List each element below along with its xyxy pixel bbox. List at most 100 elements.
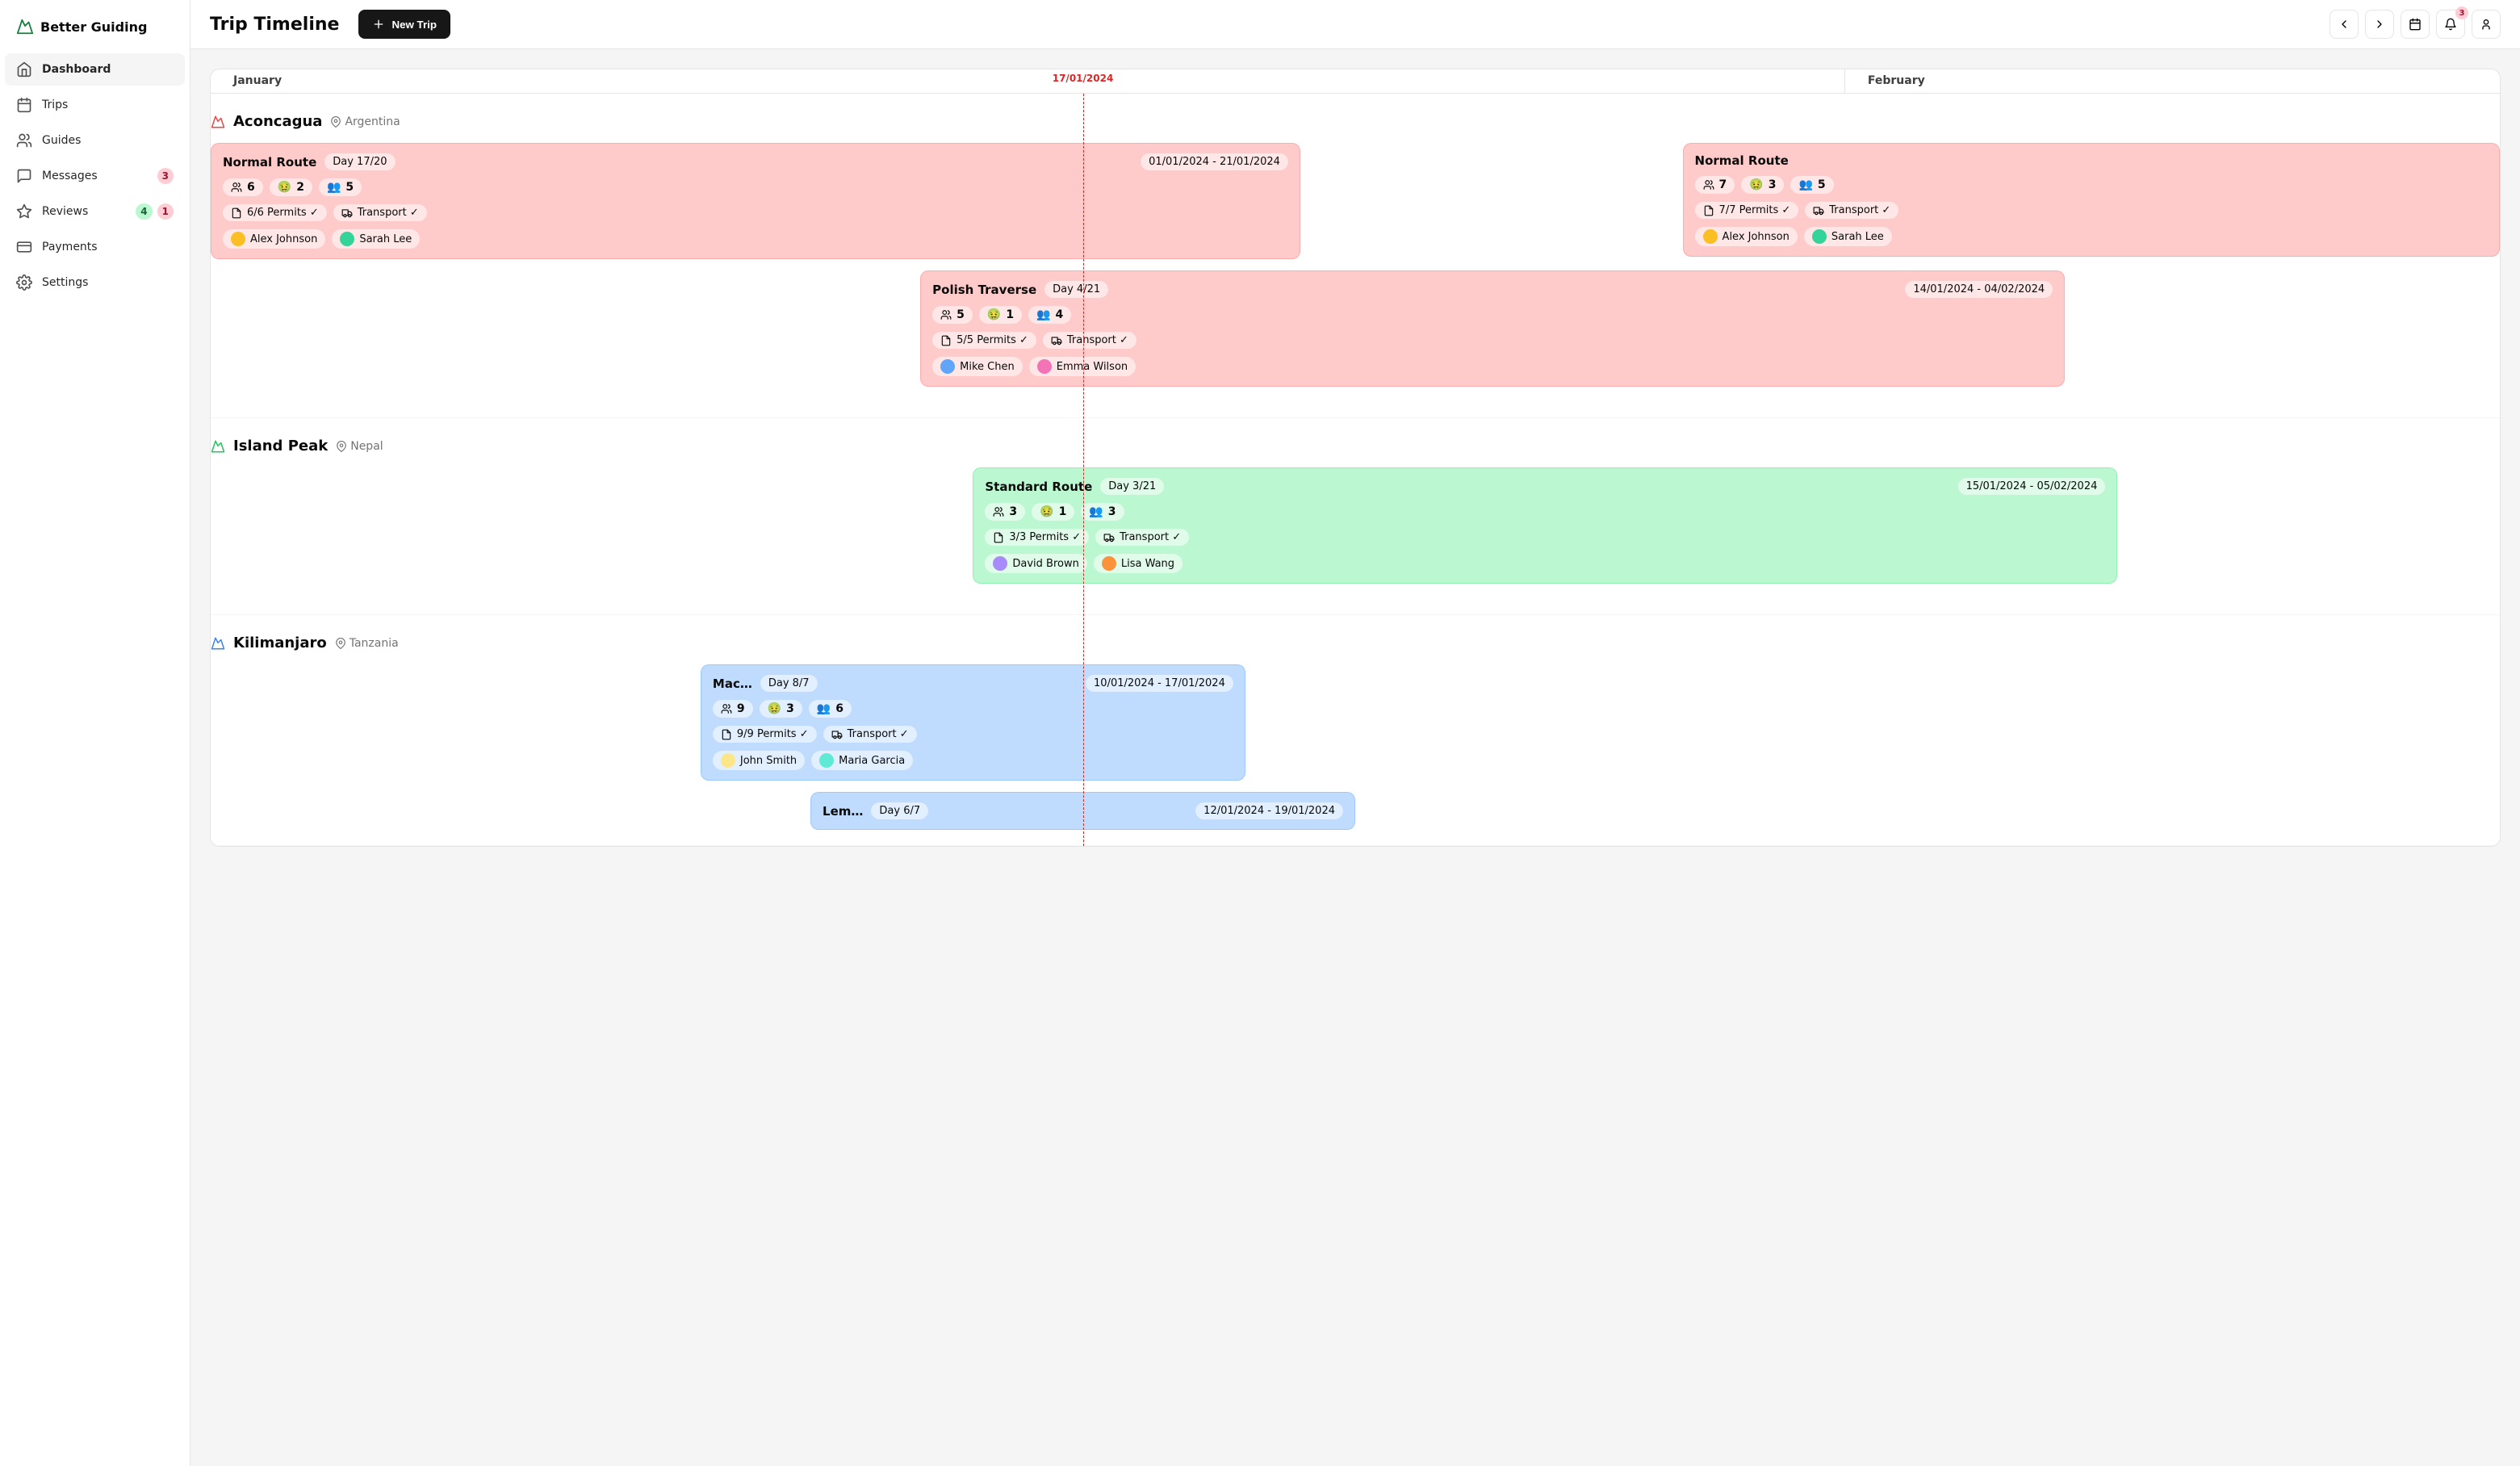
- guide-chip[interactable]: Mike Chen: [932, 357, 1023, 376]
- guide-chip[interactable]: John Smith: [713, 751, 805, 770]
- home-icon: [16, 61, 32, 77]
- users-icon: [231, 182, 242, 193]
- users-icon: [940, 309, 952, 320]
- truck-icon: [1051, 335, 1062, 346]
- stat-sick: 🤢 1: [1032, 503, 1074, 521]
- nav-dashboard[interactable]: Dashboard: [5, 53, 185, 86]
- trip-top-row: Normal Route Day 17/20 01/01/2024 - 21/0…: [223, 153, 1288, 170]
- avatar: [340, 232, 354, 246]
- trip-name: Lem…: [823, 804, 863, 819]
- peak-country: Tanzania: [335, 637, 399, 650]
- next-button[interactable]: [2365, 10, 2394, 39]
- day-pill: Day 17/20: [324, 153, 395, 170]
- nav-label: Trips: [42, 98, 174, 111]
- guide-name: Sarah Lee: [1831, 231, 1884, 243]
- dates-pill: 15/01/2024 - 05/02/2024: [1958, 478, 2106, 495]
- transport-chip: Transport ✓: [1805, 202, 1898, 219]
- guide-chip[interactable]: Maria Garcia: [811, 751, 913, 770]
- brand[interactable]: Better Guiding: [0, 3, 190, 53]
- message-icon: [16, 168, 32, 184]
- permits-chip: 7/7 Permits ✓: [1695, 202, 1799, 219]
- guide-name: Emma Wilson: [1057, 361, 1128, 373]
- day-pill: Day 8/7: [760, 675, 818, 692]
- mountain-icon: [211, 439, 225, 454]
- peak-head: Aconcagua Argentina: [211, 113, 2500, 143]
- guide-chip[interactable]: David Brown: [985, 554, 1086, 573]
- trip-card[interactable]: Normal Route 7 🤢 3 👥 5 7/7 Permits ✓ Tra…: [1683, 143, 2500, 257]
- avatar: [1037, 359, 1052, 374]
- timeline-lanes: Aconcagua Argentina Normal Route Day 17/…: [211, 94, 2500, 846]
- permits-chip: 9/9 Permits ✓: [713, 726, 817, 743]
- guide-name: Alex Johnson: [1723, 231, 1790, 243]
- guide-name: David Brown: [1012, 558, 1078, 570]
- today-label: 17/01/2024: [1053, 73, 1114, 84]
- nav-label: Dashboard: [42, 63, 174, 76]
- transport-chip: Transport ✓: [1095, 529, 1189, 546]
- file-icon: [993, 532, 1004, 543]
- guide-chip[interactable]: Lisa Wang: [1094, 554, 1183, 573]
- topbar: Trip Timeline New Trip 3: [190, 0, 2520, 49]
- nav-trips[interactable]: Trips: [5, 89, 185, 121]
- trip-name: Normal Route: [223, 155, 316, 170]
- nav-guides[interactable]: Guides: [5, 124, 185, 157]
- chevron-left-icon: [2338, 18, 2350, 31]
- peak-section: Aconcagua Argentina Normal Route Day 17/…: [211, 94, 2500, 418]
- trip-card[interactable]: Normal Route Day 17/20 01/01/2024 - 21/0…: [211, 143, 1300, 259]
- trip-card[interactable]: Standard Route Day 3/21 15/01/2024 - 05/…: [973, 467, 2117, 584]
- truck-icon: [1813, 205, 1824, 216]
- trip-guides-row: Alex Johnson Sarah Lee: [1695, 227, 2488, 246]
- bell-icon: [2444, 18, 2457, 31]
- avatar: [993, 556, 1007, 571]
- nav-label: Payments: [42, 241, 174, 253]
- trip-top-row: Mac… Day 8/7 10/01/2024 - 17/01/2024: [713, 675, 1233, 692]
- trip-stats-row: 9 🤢 3 👥 6: [713, 700, 1233, 718]
- dates-pill: 10/01/2024 - 17/01/2024: [1086, 675, 1233, 692]
- trip-card[interactable]: Polish Traverse Day 4/21 14/01/2024 - 04…: [920, 270, 2065, 387]
- nav-messages[interactable]: Messages 3: [5, 160, 185, 192]
- guide-name: Mike Chen: [960, 361, 1015, 373]
- peak-name: Island Peak: [233, 438, 328, 454]
- trip-guides-row: Mike Chen Emma Wilson: [932, 357, 2053, 376]
- avatar: [1102, 556, 1116, 571]
- notifications-count: 3: [2455, 6, 2468, 19]
- trip-logistics-row: 6/6 Permits ✓ Transport ✓: [223, 204, 1288, 221]
- peak-name: Kilimanjaro: [233, 635, 327, 651]
- prev-button[interactable]: [2330, 10, 2359, 39]
- guide-chip[interactable]: Alex Johnson: [223, 229, 325, 249]
- transport-chip: Transport ✓: [1043, 332, 1137, 349]
- nav-label: Guides: [42, 134, 174, 147]
- nav-payments[interactable]: Payments: [5, 231, 185, 263]
- peak-section: Kilimanjaro Tanzania Mac… Day 8/7 10/01/…: [211, 615, 2500, 846]
- nav-label: Messages: [42, 170, 148, 182]
- mountain-icon: [211, 636, 225, 651]
- trip-card[interactable]: Mac… Day 8/7 10/01/2024 - 17/01/2024 9 🤢…: [701, 664, 1245, 781]
- trip-stats-row: 5 🤢 1 👥 4: [932, 306, 2053, 324]
- users-icon: [993, 506, 1004, 517]
- guide-chip[interactable]: Alex Johnson: [1695, 227, 1798, 246]
- lane: Mac… Day 8/7 10/01/2024 - 17/01/2024 9 🤢…: [211, 664, 2500, 782]
- lane: Lem… Day 6/7 12/01/2024 - 19/01/2024: [211, 792, 2500, 816]
- stat-sick: 🤢 1: [979, 306, 1022, 324]
- profile-button[interactable]: [2472, 10, 2501, 39]
- lane: Normal Route Day 17/20 01/01/2024 - 21/0…: [211, 143, 2500, 261]
- gear-icon: [16, 274, 32, 291]
- trip-logistics-row: 9/9 Permits ✓ Transport ✓: [713, 726, 1233, 743]
- lane: Polish Traverse Day 4/21 14/01/2024 - 04…: [211, 270, 2500, 388]
- guide-chip[interactable]: Sarah Lee: [1804, 227, 1892, 246]
- trip-stats-row: 6 🤢 2 👥 5: [223, 178, 1288, 196]
- calendar-button[interactable]: [2401, 10, 2430, 39]
- guide-chip[interactable]: Sarah Lee: [332, 229, 420, 249]
- guide-name: Lisa Wang: [1121, 558, 1174, 570]
- nav-settings[interactable]: Settings: [5, 266, 185, 299]
- new-trip-button[interactable]: New Trip: [358, 10, 450, 39]
- nav-reviews[interactable]: Reviews 4 1: [5, 195, 185, 228]
- lane: Standard Route Day 3/21 15/01/2024 - 05/…: [211, 467, 2500, 585]
- trip-name: Normal Route: [1695, 153, 1789, 168]
- pin-icon: [336, 441, 347, 452]
- plus-icon: [372, 18, 385, 31]
- card-icon: [16, 239, 32, 255]
- star-icon: [16, 203, 32, 220]
- file-icon: [1703, 205, 1714, 216]
- reviews-badge-negative: 1: [157, 203, 174, 220]
- content-scroll[interactable]: January February 17/01/2024 Aconcagua Ar…: [190, 49, 2520, 1466]
